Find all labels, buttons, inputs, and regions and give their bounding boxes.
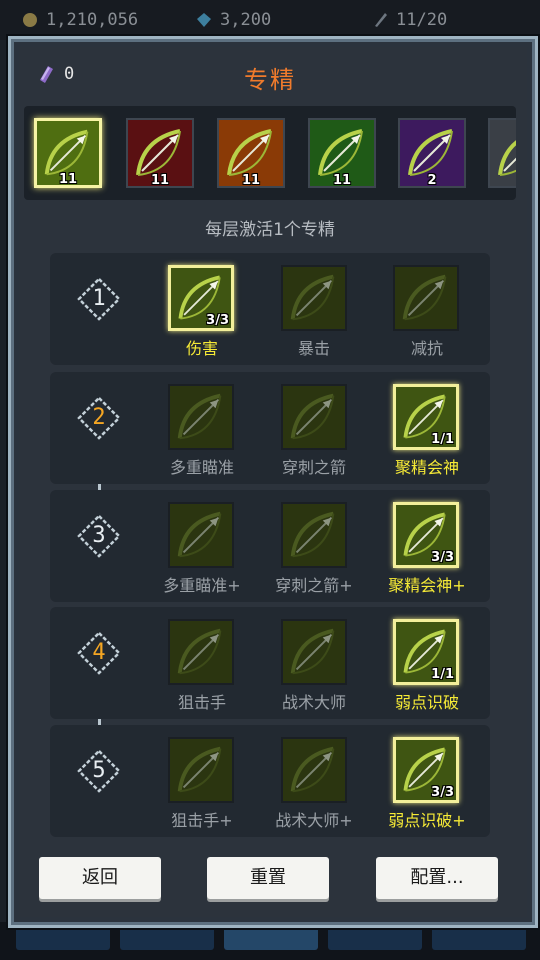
bow-talent-icon [170, 504, 232, 566]
back-button[interactable]: 返回 [39, 857, 161, 899]
tier-number-badge: 2 [77, 396, 121, 440]
tier-instruction: 每层激活1个专精 [205, 220, 335, 240]
talent-name: 聚精会神+ [388, 576, 466, 595]
tier-number-badge: 3 [77, 514, 121, 558]
talent-name: 伤害 [185, 339, 218, 358]
talent-slot[interactable]: 3/3 [393, 502, 459, 568]
coin-icon [23, 13, 37, 27]
bottom-tab[interactable] [328, 926, 422, 950]
tier-number-badge: 5 [77, 749, 121, 793]
talent-slot[interactable] [281, 619, 347, 685]
class-level: 11 [58, 172, 78, 187]
talent-name: 战术大师 [281, 693, 346, 712]
class-level: 11 [150, 173, 170, 188]
talent-slot[interactable]: 3/3 [393, 737, 459, 803]
gold-value: 1,210,056 [46, 10, 139, 30]
bow-talent-icon [283, 621, 345, 683]
tier-number-badge: 1 [77, 277, 121, 321]
talent-slot[interactable] [281, 384, 347, 450]
talent-slot[interactable] [168, 384, 234, 450]
gem-counter: 3,200 [196, 10, 271, 30]
class-slot[interactable]: 11 [34, 118, 102, 188]
bottom-tab[interactable] [432, 926, 526, 950]
energy-value: 11/20 [396, 10, 448, 30]
talent-name: 暴击 [297, 339, 330, 358]
tier-number: 4 [92, 640, 106, 665]
dialog-title: 专精 [244, 66, 296, 94]
class-level: 2 [427, 173, 437, 188]
talent-slot[interactable] [168, 737, 234, 803]
tier-number: 1 [92, 286, 106, 311]
class-slot[interactable]: 11 [217, 118, 285, 188]
talent-slot[interactable] [168, 502, 234, 568]
gem-value: 3,200 [220, 10, 272, 30]
bow-talent-icon [283, 386, 345, 448]
reset-button[interactable]: 重置 [207, 857, 329, 899]
talent-rank: 3/3 [431, 550, 454, 565]
class-slot[interactable]: 11 [126, 118, 194, 188]
config-button[interactable]: 配置... [376, 857, 498, 899]
class-selector: 11 11 11 11 2 [24, 106, 516, 200]
talent-name: 战术大师+ [275, 811, 353, 830]
bottom-tab[interactable] [224, 926, 318, 950]
gold-counter: 1,210,056 [22, 10, 138, 30]
energy-counter: 11/20 [372, 10, 447, 30]
talent-slot[interactable] [393, 265, 459, 331]
talent-name: 狙击手+ [171, 811, 233, 830]
class-level: 11 [241, 173, 261, 188]
talent-name: 穿刺之箭+ [275, 576, 353, 595]
talent-slot[interactable] [281, 737, 347, 803]
tier-number: 3 [92, 523, 106, 548]
talent-rank: 1/1 [431, 432, 454, 447]
bow-talent-icon [170, 739, 232, 801]
bottom-tab[interactable] [16, 926, 110, 950]
gem-icon [197, 13, 211, 27]
tier-number-badge: 4 [77, 631, 121, 675]
bow-talent-icon [170, 621, 232, 683]
talent-slot[interactable]: 3/3 [168, 265, 234, 331]
bow-talent-icon [283, 504, 345, 566]
talent-rank: 3/3 [206, 313, 229, 328]
talent-name: 穿刺之箭 [281, 458, 346, 477]
talent-name: 弱点识破+ [388, 811, 466, 830]
talent-slot[interactable]: 1/1 [393, 619, 459, 685]
class-level: 11 [332, 173, 352, 188]
talent-rank: 1/1 [431, 667, 454, 682]
talent-name: 多重瞄准 [169, 458, 234, 477]
feather-icon [375, 13, 387, 27]
class-slot[interactable]: 11 [308, 118, 376, 188]
bow-talent-icon [395, 267, 457, 329]
class-slot[interactable]: 2 [398, 118, 466, 188]
talent-slot[interactable] [168, 619, 234, 685]
talent-name: 弱点识破 [394, 693, 459, 712]
talent-slot[interactable]: 1/1 [393, 384, 459, 450]
silver-blade-icon [490, 121, 516, 185]
tier-number: 2 [92, 405, 106, 430]
talent-name: 聚精会神 [394, 458, 459, 477]
bow-talent-icon [283, 739, 345, 801]
class-slot[interactable] [488, 118, 516, 188]
talent-name: 减抗 [410, 339, 443, 358]
talent-slot[interactable] [281, 265, 347, 331]
bow-talent-icon [283, 267, 345, 329]
talent-name: 多重瞄准+ [163, 576, 241, 595]
talent-name: 狙击手 [177, 693, 226, 712]
bow-talent-icon [170, 386, 232, 448]
talent-slot[interactable] [281, 502, 347, 568]
bottom-tab[interactable] [120, 926, 214, 950]
talent-rank: 3/3 [431, 785, 454, 800]
tier-number: 5 [92, 758, 106, 783]
